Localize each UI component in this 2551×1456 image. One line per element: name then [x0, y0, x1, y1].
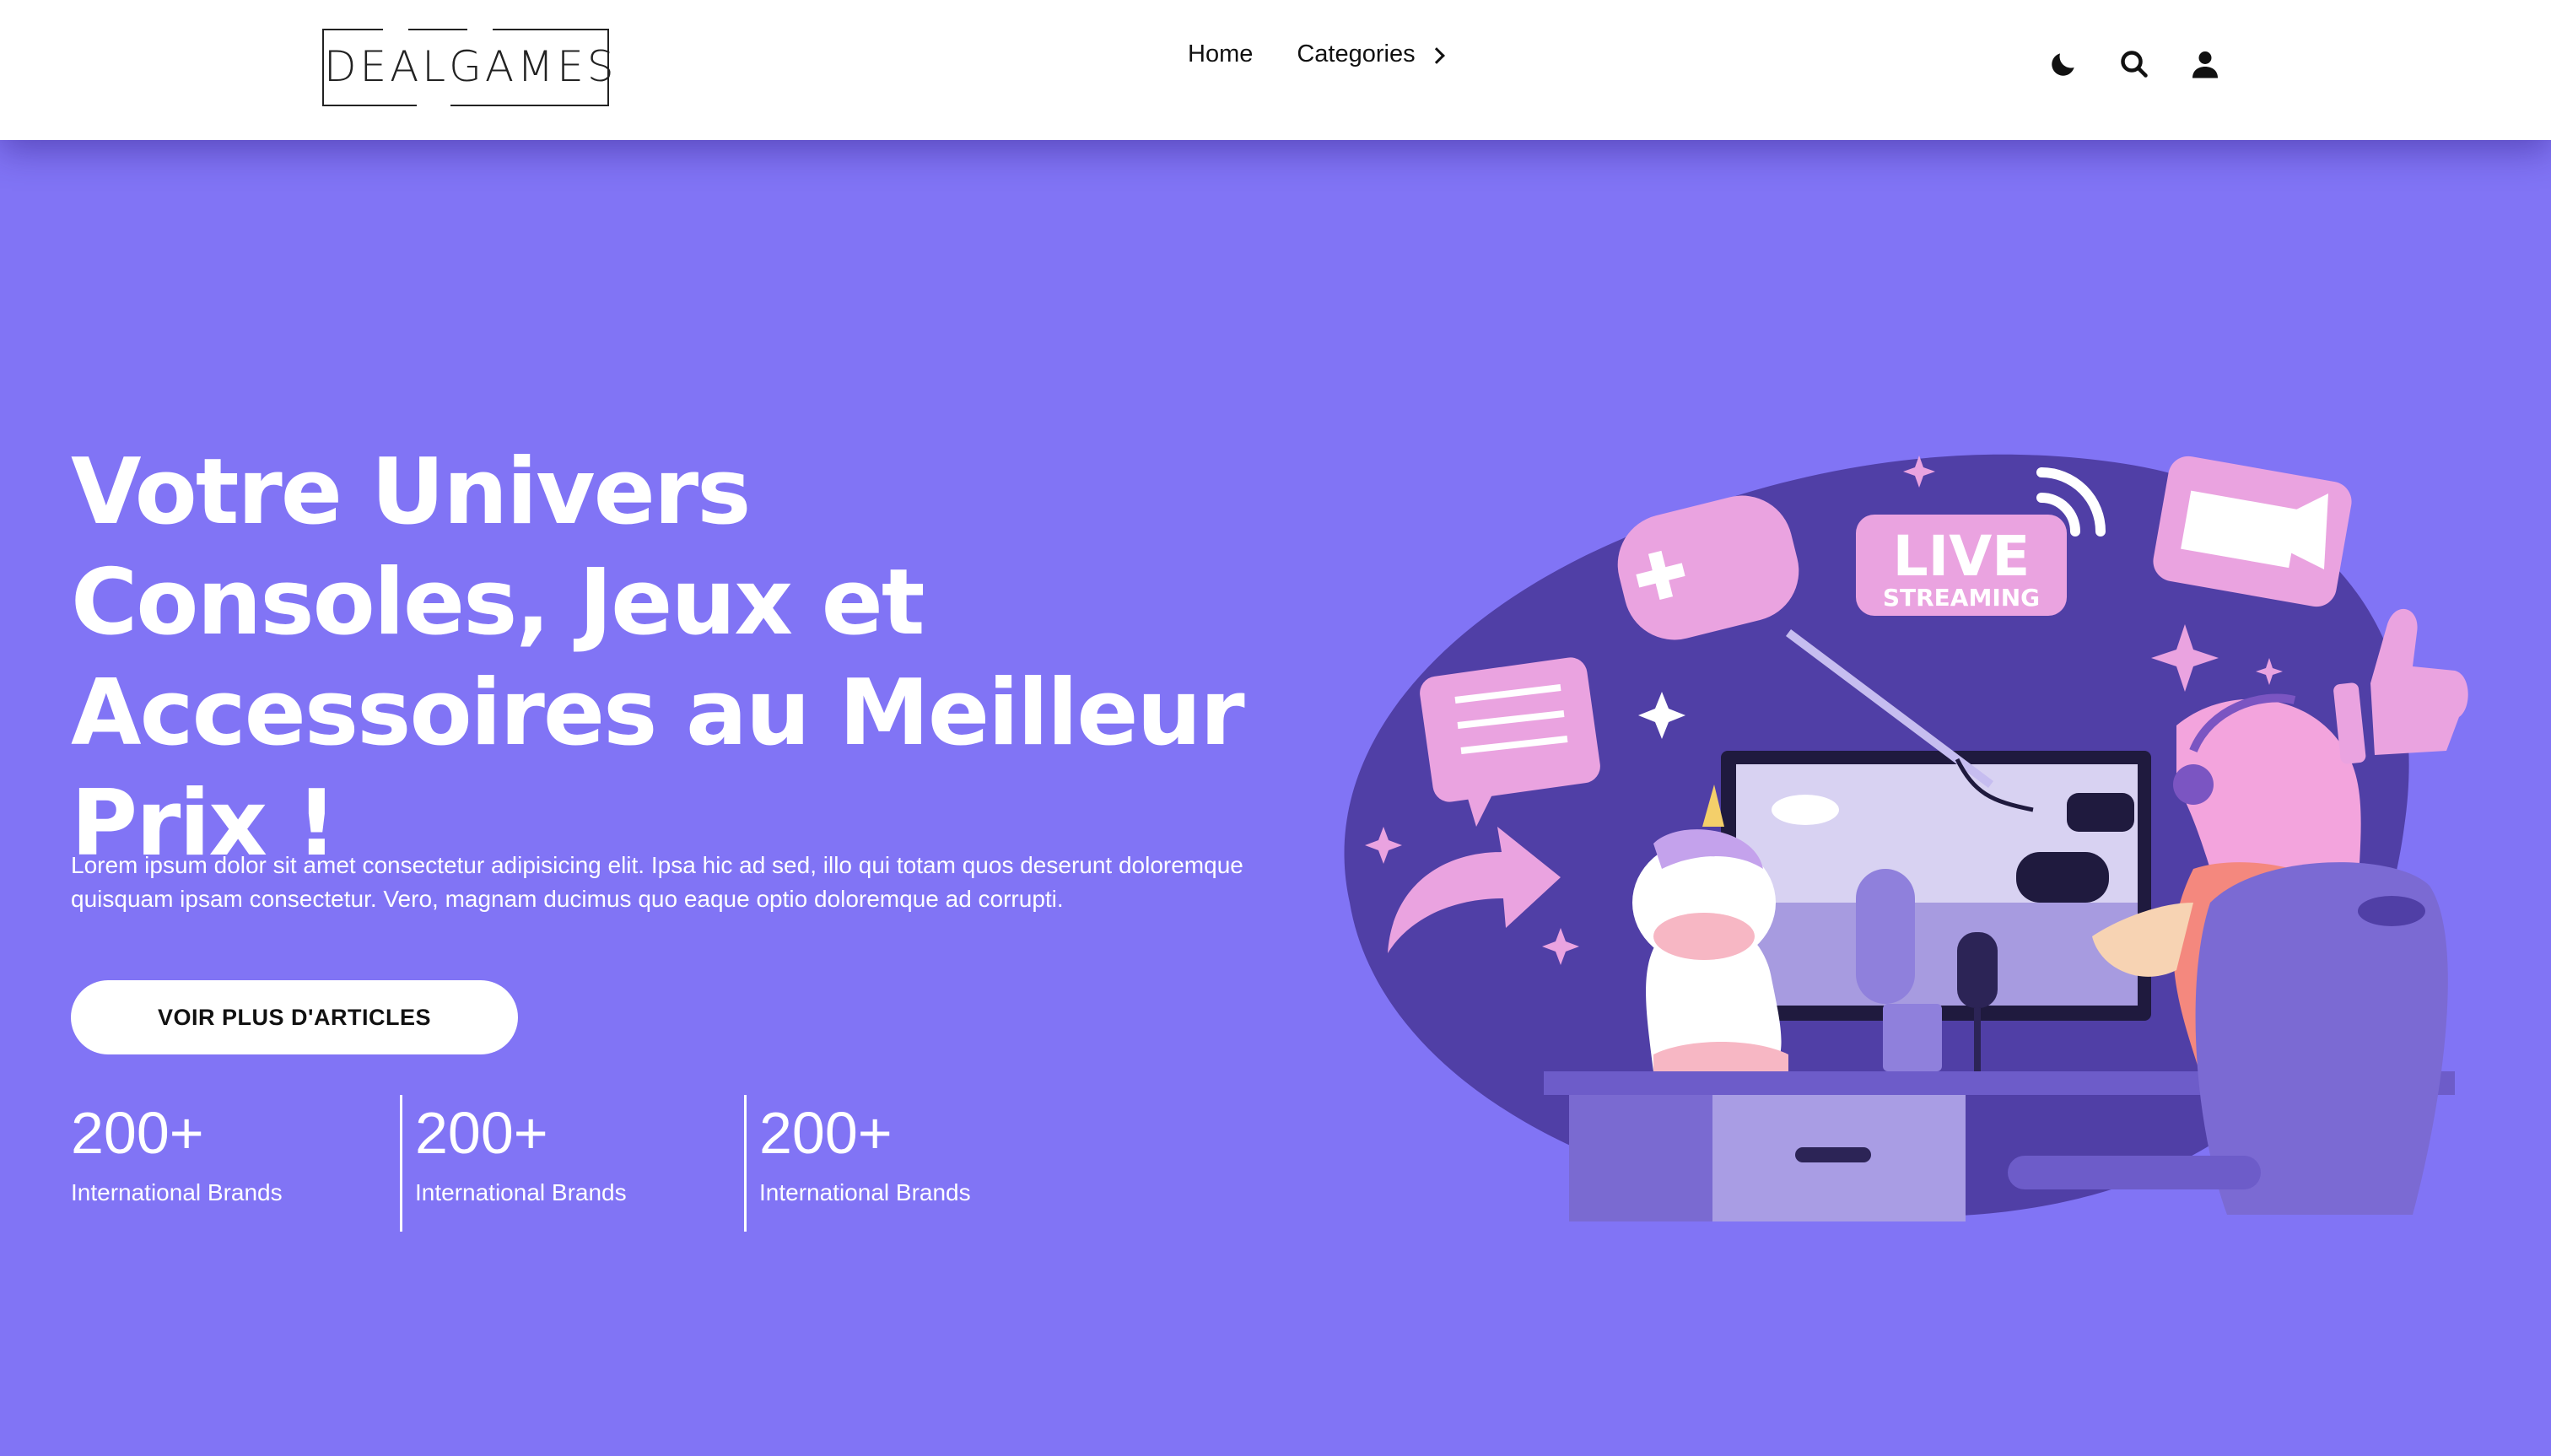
stat-item: 200+ International Brands [744, 1095, 1103, 1232]
stat-divider [400, 1095, 402, 1232]
hero-title: Votre Univers Consoles, Jeux et Accessoi… [71, 439, 1245, 876]
live-badge-text: LIVE [1893, 524, 2031, 589]
search-icon[interactable] [2117, 47, 2151, 81]
stat-item: 200+ International Brands [400, 1095, 759, 1232]
chevron-right-icon [1427, 46, 1445, 64]
stat-label: International Brands [759, 1179, 971, 1205]
stat-divider [744, 1095, 747, 1232]
logo-gap-bottom [417, 103, 450, 108]
logo-gap-top2 [467, 27, 493, 32]
stat-value: 200+ [415, 1100, 548, 1166]
hero-description: Lorem ipsum dolor sit amet consectetur a… [71, 852, 1243, 912]
logo-text: DEALGAMES [324, 42, 618, 91]
nav-categories[interactable]: Categories [1297, 40, 1445, 68]
stat-item: 200+ International Brands [71, 1095, 415, 1232]
gaming-stream-illustration: LIVE STREAMING [1344, 454, 2468, 1221]
site-header: DEALGAMES Home Categories [0, 0, 2551, 140]
nav-home-label: Home [1188, 40, 1254, 67]
stat-label: International Brands [71, 1179, 283, 1205]
nav-categories-label: Categories [1297, 40, 1416, 67]
moon-icon[interactable] [2047, 47, 2080, 81]
logo[interactable]: DEALGAMES [322, 27, 618, 108]
live-streaming-badge: LIVE STREAMING [1856, 515, 2067, 616]
header-actions [2047, 47, 2222, 81]
user-icon[interactable] [2188, 47, 2222, 81]
stats-row: 200+ International Brands 200+ Internati… [71, 1095, 1103, 1232]
stat-label: International Brands [415, 1179, 627, 1205]
nav-home[interactable]: Home [1188, 40, 1253, 68]
stat-value: 200+ [759, 1100, 893, 1166]
logo-gap-top [383, 27, 408, 32]
stat-value: 200+ [71, 1100, 204, 1166]
see-more-articles-button[interactable]: VOIR PLUS D'ARTICLES [71, 980, 518, 1054]
streaming-badge-text: STREAMING [1883, 584, 2040, 612]
main-nav: Home Categories [1188, 40, 1445, 68]
